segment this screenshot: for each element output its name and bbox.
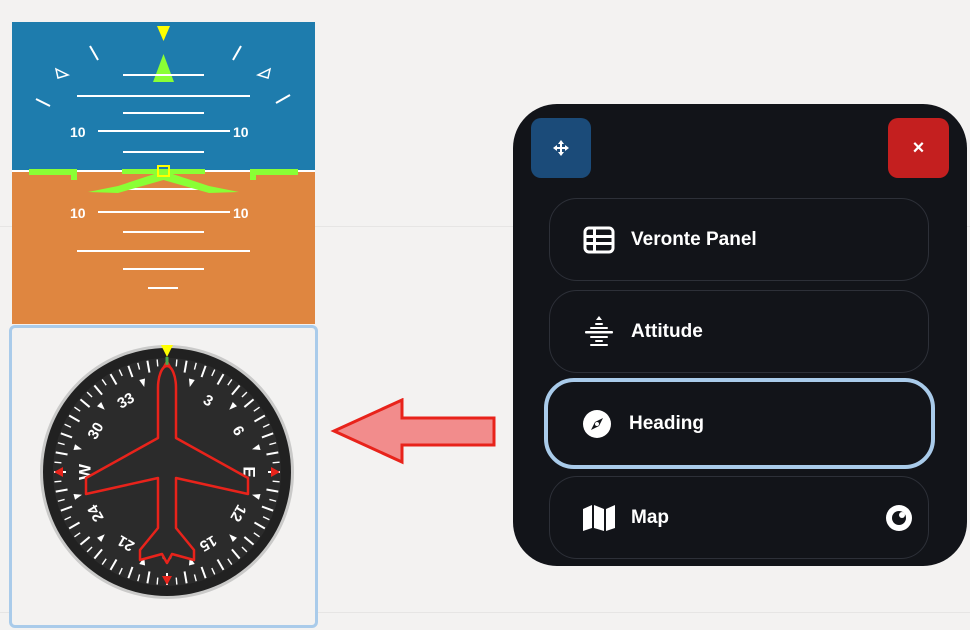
left-arrow-icon (330, 398, 496, 465)
compass-tick (175, 577, 178, 585)
eye-icon[interactable] (884, 503, 914, 533)
menu-item-map[interactable]: Map (549, 476, 929, 559)
compass-tick (272, 480, 280, 483)
menu-item-label: Attitude (631, 320, 703, 342)
ground (12, 171, 315, 324)
move-arrows-icon (553, 140, 569, 156)
compass-tick (54, 461, 62, 464)
pitch-label: 10 (70, 124, 86, 140)
compass-tick (175, 359, 178, 367)
attitude-indicator-graphic: 10 10 10 10 (12, 22, 315, 324)
heading-indicator[interactable]: N 3 6 E 12 15 S 21 24 W 30 33 (9, 325, 318, 628)
menu-item-heading[interactable]: Heading (544, 378, 935, 469)
pitch-label: 10 (70, 205, 86, 221)
heading-indicator-graphic: N 3 6 E 12 15 S 21 24 W 30 33 (40, 345, 294, 599)
close-icon: × (912, 136, 925, 159)
attitude-icon (582, 315, 616, 349)
widget-menu-panel: × Veronte Panel Attitude Heading Map (513, 104, 967, 566)
compass-tick (272, 461, 280, 464)
menu-item-label: Map (631, 506, 669, 528)
compass-tick (156, 577, 159, 585)
move-handle[interactable] (531, 118, 591, 178)
table-list-icon (582, 223, 616, 257)
pitch-label: 10 (233, 205, 249, 221)
menu-item-veronte-panel[interactable]: Veronte Panel (549, 198, 929, 281)
menu-item-label: Heading (629, 412, 704, 434)
pitch-label: 10 (233, 124, 249, 140)
close-button[interactable]: × (888, 118, 949, 178)
compass-icon (580, 407, 614, 441)
menu-item-attitude[interactable]: Attitude (549, 290, 929, 373)
compass-tick (156, 359, 159, 367)
attitude-indicator[interactable]: 10 10 10 10 (12, 22, 315, 324)
menu-item-label: Veronte Panel (631, 228, 757, 250)
map-icon (582, 501, 616, 535)
compass-tick (54, 480, 62, 483)
